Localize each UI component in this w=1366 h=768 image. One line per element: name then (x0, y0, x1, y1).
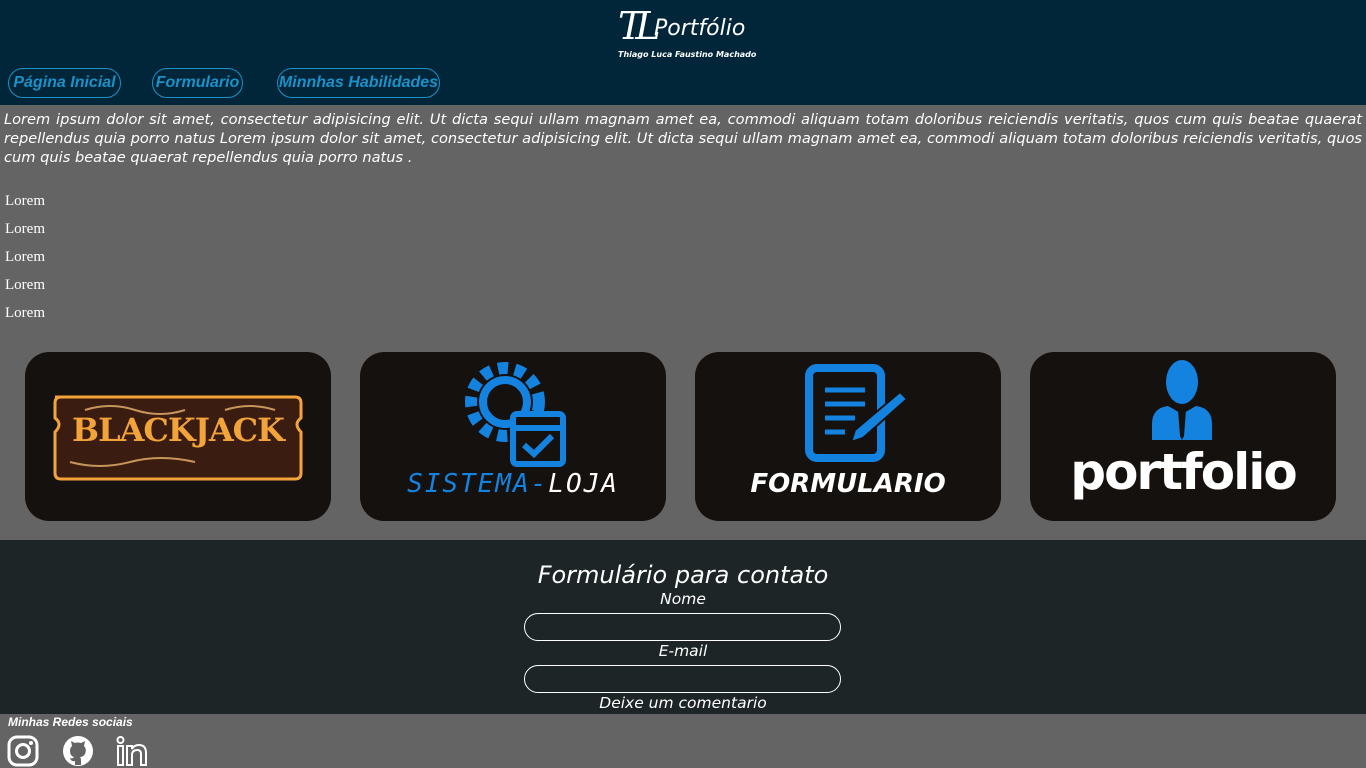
linkedin-icon[interactable] (115, 734, 149, 768)
social-title: Minhas Redes sociais (8, 715, 133, 729)
logo-monogram: TL (618, 4, 661, 48)
email-label: E-mail (658, 642, 708, 660)
project-card-blackjack[interactable]: BLACKJACK (25, 352, 331, 521)
logo-wordmark: Portfólio (654, 16, 746, 41)
project-card-sistema-loja[interactable]: SISTEMA-LOJA (360, 352, 666, 521)
list-item: Lorem (5, 305, 45, 321)
list-item: Lorem (5, 249, 45, 265)
project-title-portfolio: portfolio (1070, 443, 1297, 501)
site-logo[interactable]: TL Portfólio Thiago Luca Faustino Machad… (616, 4, 766, 64)
logo-subtitle: Thiago Luca Faustino Machado (618, 50, 757, 59)
title-part-sistema: SISTEMA- (407, 469, 549, 499)
nav-pagina-inicial[interactable]: Página Inicial (8, 68, 121, 98)
site-header: TL Portfólio Thiago Luca Faustino Machad… (0, 0, 1366, 105)
contact-section: Formulário para contato Nome E-mail Deix… (0, 540, 1366, 714)
intro-paragraph: Lorem ipsum dolor sit amet, consectetur … (4, 111, 1362, 166)
name-field[interactable] (524, 613, 841, 641)
nav-formulario[interactable]: Formulario (152, 68, 243, 98)
instagram-icon[interactable] (6, 734, 40, 768)
project-title-sistema-loja: SISTEMA-LOJA (360, 468, 666, 500)
project-title-blackjack: BLACKJACK (72, 411, 285, 449)
nav-habilidades[interactable]: Minnhas Habilidades (277, 68, 440, 98)
site-footer: Minhas Redes sociais (0, 714, 1366, 768)
title-part-loja: LOJA (548, 469, 619, 499)
list-item: Lorem (5, 193, 45, 209)
contact-title: Formulário para contato (537, 561, 829, 589)
comment-label: Deixe um comentario (599, 694, 767, 712)
name-label: Nome (660, 590, 706, 608)
intro-list: Lorem Lorem Lorem Lorem Lorem (5, 190, 45, 330)
project-card-portfolio[interactable]: portfolio (1030, 352, 1336, 521)
email-field[interactable] (524, 665, 841, 693)
github-icon[interactable] (61, 734, 95, 768)
list-item: Lorem (5, 221, 45, 237)
list-item: Lorem (5, 277, 45, 293)
project-card-formulario[interactable]: FORMULARIO (695, 352, 1001, 521)
project-title-formulario: FORMULARIO (750, 469, 946, 499)
